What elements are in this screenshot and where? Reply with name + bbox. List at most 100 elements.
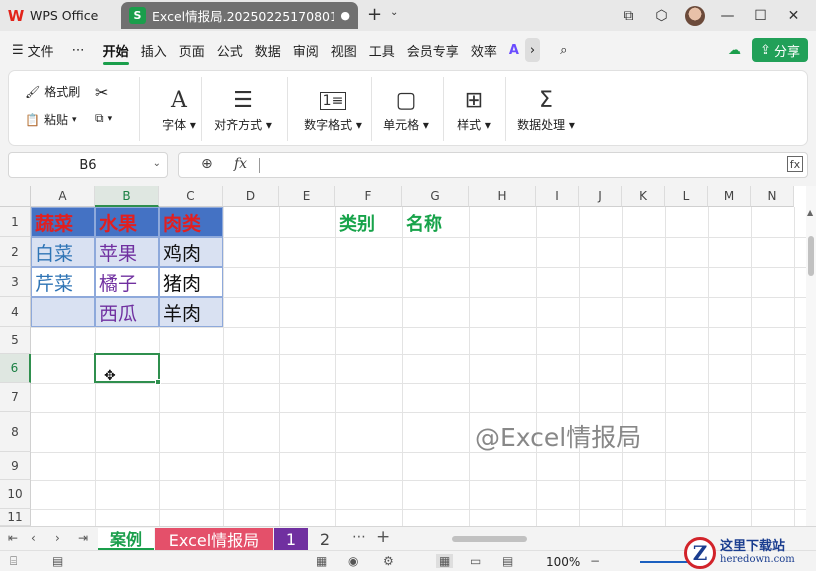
paste-button[interactable]: 📋 粘贴 ▾ xyxy=(25,111,77,128)
add-sheet-button[interactable]: + xyxy=(376,527,390,547)
sheet-tab-1[interactable]: 1 xyxy=(274,528,308,550)
menu-data[interactable]: 数据 xyxy=(249,31,287,69)
first-sheet-icon[interactable]: ⇤ xyxy=(8,531,18,545)
data-table-icon[interactable]: ▦ xyxy=(316,554,327,568)
share-button[interactable]: ⇪ 分享 xyxy=(752,38,808,62)
cell-b3[interactable]: 橘子 xyxy=(95,267,159,297)
more-sheets-button[interactable]: ⋯ xyxy=(352,529,366,545)
row-header-2[interactable]: 2 xyxy=(0,237,31,267)
page-break-icon[interactable]: ▤ xyxy=(502,554,513,568)
sheet-list-icon[interactable]: ▤ xyxy=(52,554,63,568)
column-header-a[interactable]: A xyxy=(31,186,95,207)
select-all-corner[interactable] xyxy=(0,186,31,207)
macro-icon[interactable]: ⌸ xyxy=(10,554,17,569)
column-header-i[interactable]: I xyxy=(536,186,579,207)
formula-input[interactable]: ⊕ fx fx xyxy=(178,152,808,178)
row-header-11[interactable]: 11 xyxy=(0,509,31,526)
row-header-10[interactable]: 10 xyxy=(0,480,31,509)
menu-insert[interactable]: 插入 xyxy=(135,31,173,69)
menu-member[interactable]: 会员专享 xyxy=(401,31,465,69)
cell-c1[interactable]: 肉类 xyxy=(159,207,223,237)
number-format-button[interactable]: 1≡ 数字格式 ▾ xyxy=(293,71,373,147)
row-header-8[interactable]: 8 xyxy=(0,412,31,452)
column-header-h[interactable]: H xyxy=(469,186,536,207)
eye-protection-icon[interactable]: ◉ xyxy=(348,554,358,568)
row-header-1[interactable]: 1 xyxy=(0,207,31,237)
cell-c3[interactable]: 猪肉 xyxy=(159,267,223,297)
column-header-f[interactable]: F xyxy=(335,186,402,207)
zoom-slider[interactable] xyxy=(640,561,690,563)
copy-button[interactable]: ⧉ ▾ xyxy=(95,111,112,126)
cell-b1[interactable]: 水果 xyxy=(95,207,159,237)
chevron-down-icon[interactable]: ⌄ xyxy=(153,158,161,169)
cell-button[interactable]: ▢ 单元格 ▾ xyxy=(375,71,437,147)
maximize-icon[interactable]: ☐ xyxy=(744,3,777,28)
fx-icon[interactable]: fx xyxy=(234,156,247,172)
column-header-l[interactable]: L xyxy=(665,186,708,207)
data-process-button[interactable]: Σ 数据处理 ▾ xyxy=(509,71,583,147)
sheet-tab-2[interactable]: 2 xyxy=(309,528,341,550)
row-header-3[interactable]: 3 xyxy=(0,267,31,297)
style-button[interactable]: ⊞ 样式 ▾ xyxy=(447,71,501,147)
sheet-tab-excel-bureau[interactable]: Excel情报局 xyxy=(155,528,273,550)
column-header-g[interactable]: G xyxy=(402,186,469,207)
row-header-9[interactable]: 9 xyxy=(0,452,31,480)
search-icon[interactable]: ⌕ xyxy=(554,31,573,69)
row-header-4[interactable]: 4 xyxy=(0,297,31,327)
cell-a2[interactable]: 白菜 xyxy=(31,237,95,267)
cell-c2[interactable]: 鸡肉 xyxy=(159,237,223,267)
row-header-5[interactable]: 5 xyxy=(0,327,31,354)
zoom-out-icon[interactable]: − xyxy=(590,554,600,568)
column-header-d[interactable]: D xyxy=(223,186,279,207)
wps-home-tab[interactable]: W WPS Office xyxy=(8,4,99,27)
cube-icon[interactable]: ⬡ xyxy=(645,3,678,28)
new-tab-button[interactable]: + xyxy=(367,4,382,25)
ai-icon[interactable]: A xyxy=(503,31,525,69)
menu-review[interactable]: 审阅 xyxy=(287,31,325,69)
vertical-scroll-thumb[interactable] xyxy=(808,236,814,276)
menu-home[interactable]: 开始 xyxy=(97,31,135,69)
cell-b2[interactable]: 苹果 xyxy=(95,237,159,267)
file-menu[interactable]: ☰ 文件 xyxy=(0,31,60,69)
horizontal-scroll-thumb[interactable] xyxy=(452,536,527,542)
name-box[interactable]: B6 ⌄ xyxy=(8,152,168,178)
vertical-scrollbar[interactable]: ▲ xyxy=(806,186,816,526)
settings-icon[interactable]: ⚙ xyxy=(383,554,394,568)
column-header-j[interactable]: J xyxy=(579,186,622,207)
cell-a3[interactable]: 芹菜 xyxy=(31,267,95,297)
zoom-lookup-icon[interactable]: ⊕ xyxy=(201,156,213,172)
unsaved-indicator[interactable]: ● xyxy=(340,9,350,22)
cell-a4[interactable] xyxy=(31,297,95,327)
window-restore-icon[interactable]: ⧉ xyxy=(612,3,645,28)
expand-formula-icon[interactable]: fx xyxy=(787,156,803,172)
more-menu[interactable]: ⋯ xyxy=(60,31,97,69)
cell-a1[interactable]: 蔬菜 xyxy=(31,207,95,237)
column-header-b[interactable]: B xyxy=(95,186,159,207)
scroll-up-icon[interactable]: ▲ xyxy=(807,208,813,217)
page-layout-icon[interactable]: ▭ xyxy=(470,554,481,568)
column-header-m[interactable]: M xyxy=(708,186,751,207)
format-painter-button[interactable]: 🖌 格式刷 xyxy=(25,83,80,100)
fill-handle[interactable] xyxy=(155,379,161,385)
column-header-n[interactable]: N xyxy=(751,186,794,207)
minimize-icon[interactable]: — xyxy=(711,3,744,28)
document-tab[interactable]: S Excel情报局.20250225170801 ● xyxy=(121,2,358,29)
menu-view[interactable]: 视图 xyxy=(325,31,363,69)
row-header-7[interactable]: 7 xyxy=(0,383,31,412)
cell-b4[interactable]: 西瓜 xyxy=(95,297,159,327)
prev-sheet-icon[interactable]: ‹ xyxy=(31,531,36,545)
cell-g1[interactable]: 名称 xyxy=(403,208,469,237)
menu-efficiency[interactable]: 效率 xyxy=(465,31,503,69)
menu-page[interactable]: 页面 xyxy=(173,31,211,69)
menu-tools[interactable]: 工具 xyxy=(363,31,401,69)
close-icon[interactable]: ✕ xyxy=(777,3,810,28)
tab-list-chevron-icon[interactable]: ⌄ xyxy=(390,7,398,18)
column-header-k[interactable]: K xyxy=(622,186,665,207)
last-sheet-icon[interactable]: ⇥ xyxy=(78,531,88,545)
menu-formula[interactable]: 公式 xyxy=(211,31,249,69)
row-header-6[interactable]: 6 xyxy=(0,354,31,383)
user-avatar[interactable] xyxy=(678,3,711,28)
font-button[interactable]: A 字体 ▾ xyxy=(149,71,209,147)
column-header-e[interactable]: E xyxy=(279,186,335,207)
cell-c4[interactable]: 羊肉 xyxy=(159,297,223,327)
